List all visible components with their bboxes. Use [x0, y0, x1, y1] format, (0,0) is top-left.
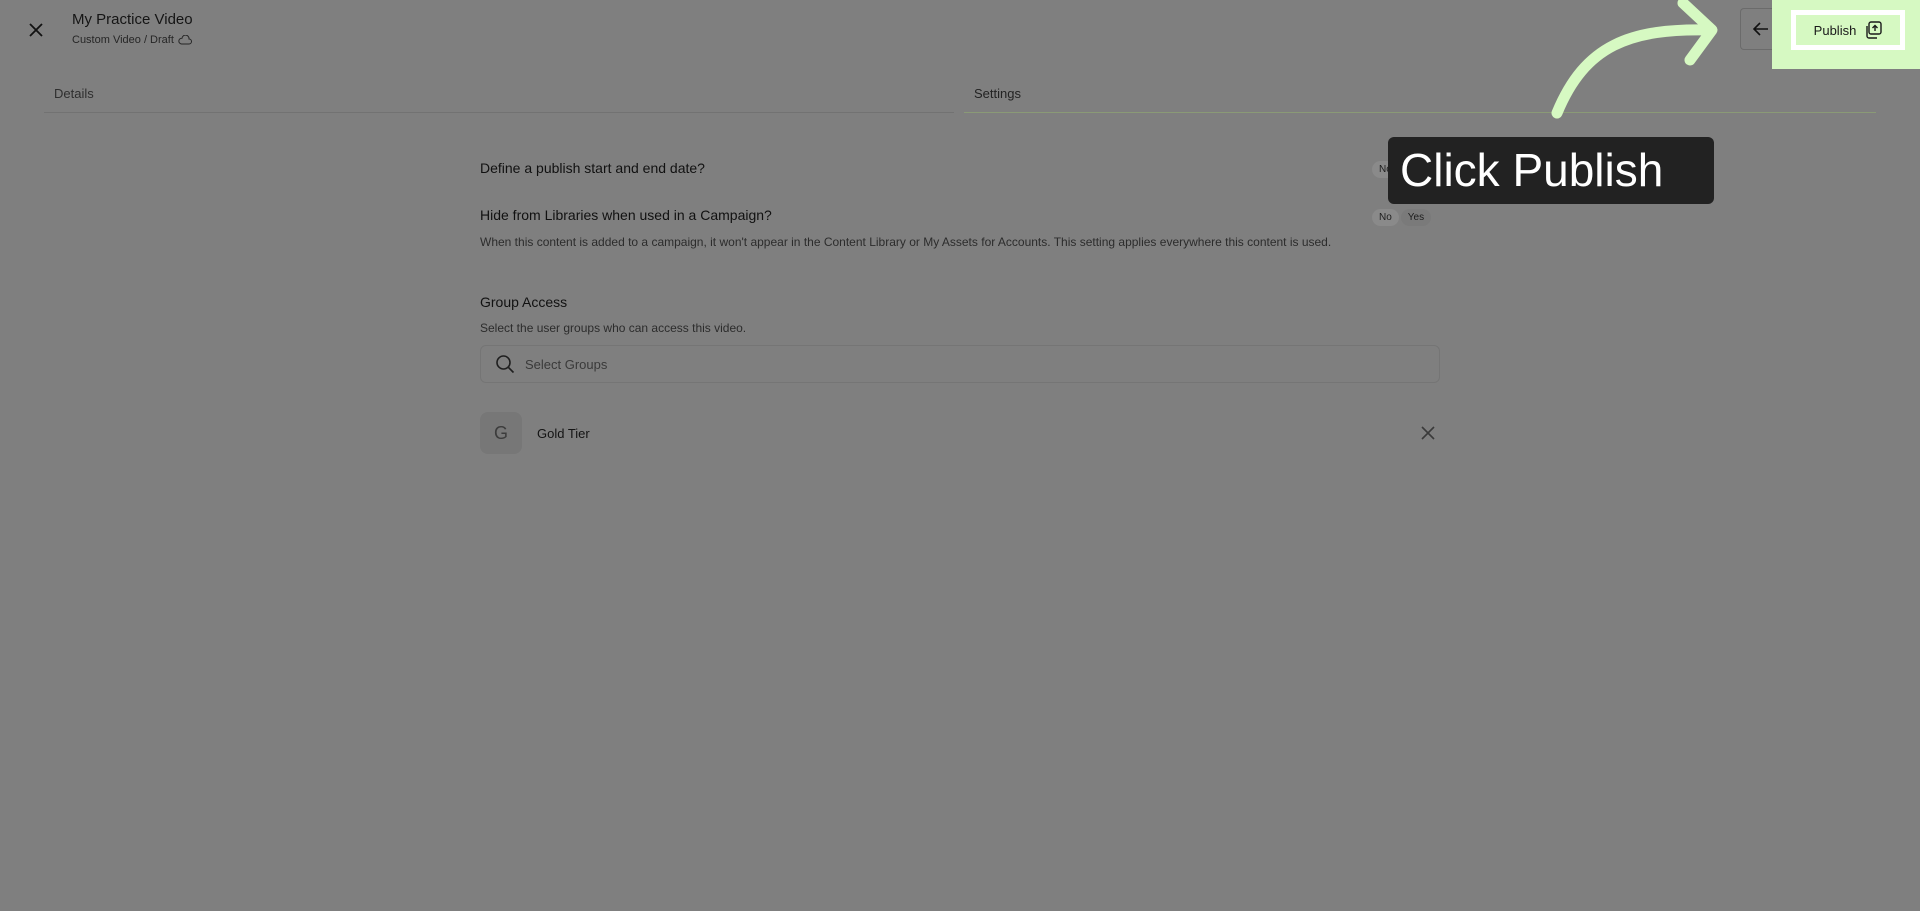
page: My Practice Video Custom Video / Draft P…: [0, 0, 1920, 911]
tutorial-callout: Click Publish: [1388, 137, 1714, 204]
